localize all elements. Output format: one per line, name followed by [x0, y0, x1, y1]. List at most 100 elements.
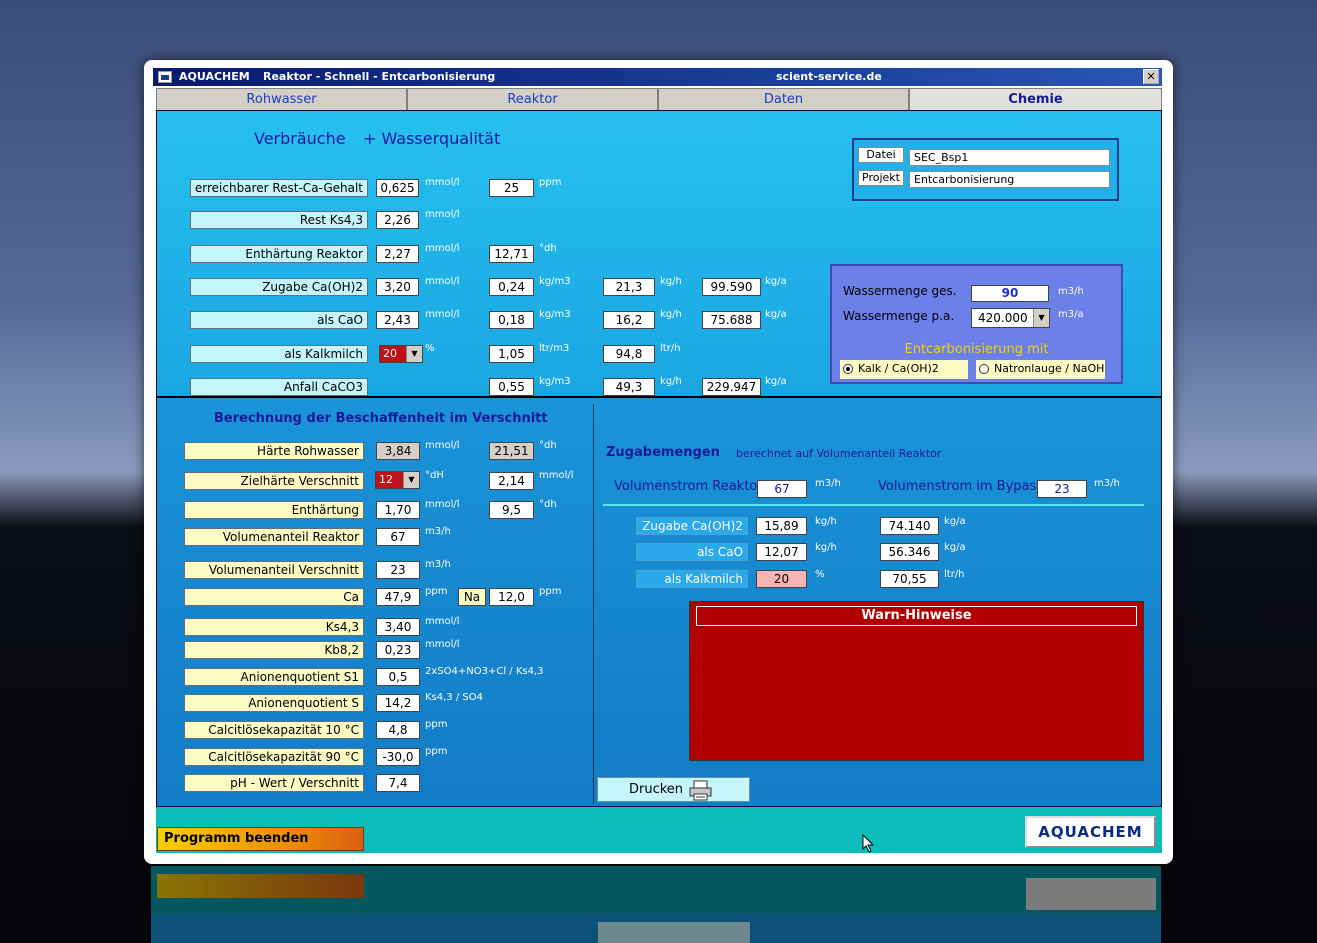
value-field[interactable]: 0,24: [489, 278, 534, 296]
value-field[interactable]: 49,3: [603, 378, 655, 396]
value-field[interactable]: 0,5: [376, 668, 420, 686]
quit-button[interactable]: Programm beenden: [157, 827, 364, 851]
unit-label: m3/h: [425, 526, 451, 537]
value-field[interactable]: 0,18: [489, 311, 534, 329]
heading-verbraeuche: Verbräuche: [254, 129, 346, 148]
unit-label: mmol/l: [425, 639, 460, 650]
value-field[interactable]: 2,26: [376, 211, 419, 229]
value-field[interactable]: 21,3: [603, 278, 655, 296]
value-field[interactable]: 74.140: [880, 517, 939, 535]
volumenstrom-bypass-field[interactable]: 23: [1037, 480, 1087, 498]
value-field[interactable]: 99.590: [702, 278, 761, 296]
value-field[interactable]: 0,55: [489, 378, 534, 396]
print-button[interactable]: Drucken: [597, 777, 750, 802]
unit-label: mmol/l: [539, 470, 574, 481]
verschnitt-label: pH - Wert / Verschnitt: [184, 774, 364, 792]
wassermenge-ges-field[interactable]: 90: [971, 285, 1049, 302]
app-name: AQUACHEM: [179, 70, 250, 83]
unit-label: kg/h: [660, 376, 682, 387]
tab-reaktor[interactable]: Reaktor: [407, 88, 658, 110]
unit-label: kg/m3: [539, 309, 571, 320]
volumenstrom-reaktor-label: Volumenstrom Reaktor: [614, 479, 763, 494]
value-field[interactable]: 20: [756, 570, 807, 588]
value-field[interactable]: 1,70: [376, 501, 420, 519]
value-field[interactable]: 3,40: [376, 618, 420, 636]
value-field[interactable]: 1,05: [489, 345, 534, 363]
tab-chemie[interactable]: Chemie: [909, 88, 1162, 110]
unit-label: %: [815, 569, 825, 580]
verschnitt-label: Calcitlösekapazität 90 °C: [184, 748, 364, 766]
value-field[interactable]: 12,71: [489, 245, 534, 263]
value-field[interactable]: 2,43: [376, 311, 419, 329]
print-label: Drucken: [629, 782, 684, 797]
chevron-down-icon[interactable]: ▼: [406, 346, 422, 362]
value-field[interactable]: 9,5: [489, 501, 534, 519]
datei-field[interactable]: SEC_Bsp1: [909, 149, 1110, 166]
value-field[interactable]: 15,89: [756, 517, 807, 535]
radio-kalk[interactable]: Kalk / Ca(OH)2: [840, 360, 968, 379]
value-field[interactable]: 67: [376, 528, 420, 546]
value-field[interactable]: 12,0: [489, 588, 534, 606]
value-field[interactable]: 2,27: [376, 245, 419, 263]
value-field[interactable]: 21,51: [489, 442, 534, 460]
value-field[interactable]: 75.688: [702, 311, 761, 329]
value-field[interactable]: 2,14: [489, 472, 534, 490]
chevron-down-icon[interactable]: ▼: [1033, 309, 1049, 327]
kalkmilch-percent-select[interactable]: 20 ▼: [379, 345, 423, 363]
title-bar: AQUACHEM Reaktor - Schnell - Entcarbonis…: [153, 68, 1162, 86]
unit-label: ltr/m3: [539, 343, 570, 354]
warn-header: Warn-Hinweise: [696, 606, 1137, 626]
value-field[interactable]: -30,0: [376, 748, 420, 766]
verschnitt-label: Volumenanteil Reaktor: [184, 528, 364, 546]
value-field[interactable]: 229.947: [702, 378, 761, 396]
value-field[interactable]: 0,625: [376, 179, 419, 197]
tab-rohwasser[interactable]: Rohwasser: [156, 88, 407, 110]
unit-label: °dH: [425, 470, 444, 481]
value-field[interactable]: 4,8: [376, 721, 420, 739]
tab-daten[interactable]: Daten: [658, 88, 909, 110]
value-field[interactable]: 70,55: [880, 570, 939, 588]
value-field[interactable]: 3,20: [376, 278, 419, 296]
entcarbonisierung-label: Entcarbonisierung mit: [904, 342, 1049, 357]
verschnitt-label: Ca: [184, 588, 364, 606]
projekt-field[interactable]: Entcarbonisierung: [909, 171, 1110, 188]
kalkmilch-percent-value: 20: [383, 347, 397, 360]
wassermenge-pa-value: 420.000: [978, 311, 1028, 325]
unit-label: ppm: [425, 719, 448, 730]
volumenstrom-bypass-unit: m3/h: [1094, 478, 1120, 489]
printer-icon: [689, 780, 712, 801]
wassermenge-pa-select[interactable]: 420.000 ▼: [971, 308, 1050, 328]
value-field[interactable]: 16,2: [603, 311, 655, 329]
window-reflection: [151, 866, 1161, 943]
value-field[interactable]: 94,8: [603, 345, 655, 363]
value-field[interactable]: 47,9: [376, 588, 420, 606]
volumenstrom-reaktor-field[interactable]: 67: [757, 480, 807, 498]
chevron-down-icon[interactable]: ▼: [403, 472, 419, 488]
unit-label: °dh: [539, 499, 557, 510]
app-icon[interactable]: [158, 71, 172, 83]
close-button[interactable]: ✕: [1143, 69, 1159, 84]
unit-label: ltr/h: [944, 569, 965, 580]
radio-natronlauge[interactable]: Natronlauge / NaOH: [976, 360, 1105, 379]
file-info-box: Datei SEC_Bsp1 Projekt Entcarbonisierung: [852, 138, 1119, 201]
value-field[interactable]: 3,84: [376, 442, 420, 460]
unit-label: kg/a: [944, 542, 966, 553]
consumption-label: Zugabe Ca(OH)2: [190, 278, 368, 296]
heading-wasserqualitaet: + Wasserqualität: [363, 129, 501, 148]
value-field[interactable]: 56.346: [880, 543, 939, 561]
verschnitt-label: Härte Rohwasser: [184, 442, 364, 460]
unit-label: kg/m3: [539, 276, 571, 287]
unit-label: kg/h: [815, 542, 837, 553]
verschnitt-label: Enthärtung: [184, 501, 364, 519]
value-field[interactable]: 25: [489, 179, 534, 197]
wassermenge-pa-unit: m3/a: [1058, 309, 1084, 320]
consumption-label: Enthärtung Reaktor: [190, 245, 368, 263]
unit-label: mmol/l: [425, 243, 460, 254]
zielhaerte-select[interactable]: 12 ▼: [375, 471, 420, 489]
unit-label: ppm: [539, 586, 562, 597]
value-field[interactable]: 14,2: [376, 694, 420, 712]
value-field[interactable]: 7,4: [376, 774, 420, 792]
value-field[interactable]: 0,23: [376, 641, 420, 659]
value-field[interactable]: 12,07: [756, 543, 807, 561]
value-field[interactable]: 23: [376, 561, 420, 579]
